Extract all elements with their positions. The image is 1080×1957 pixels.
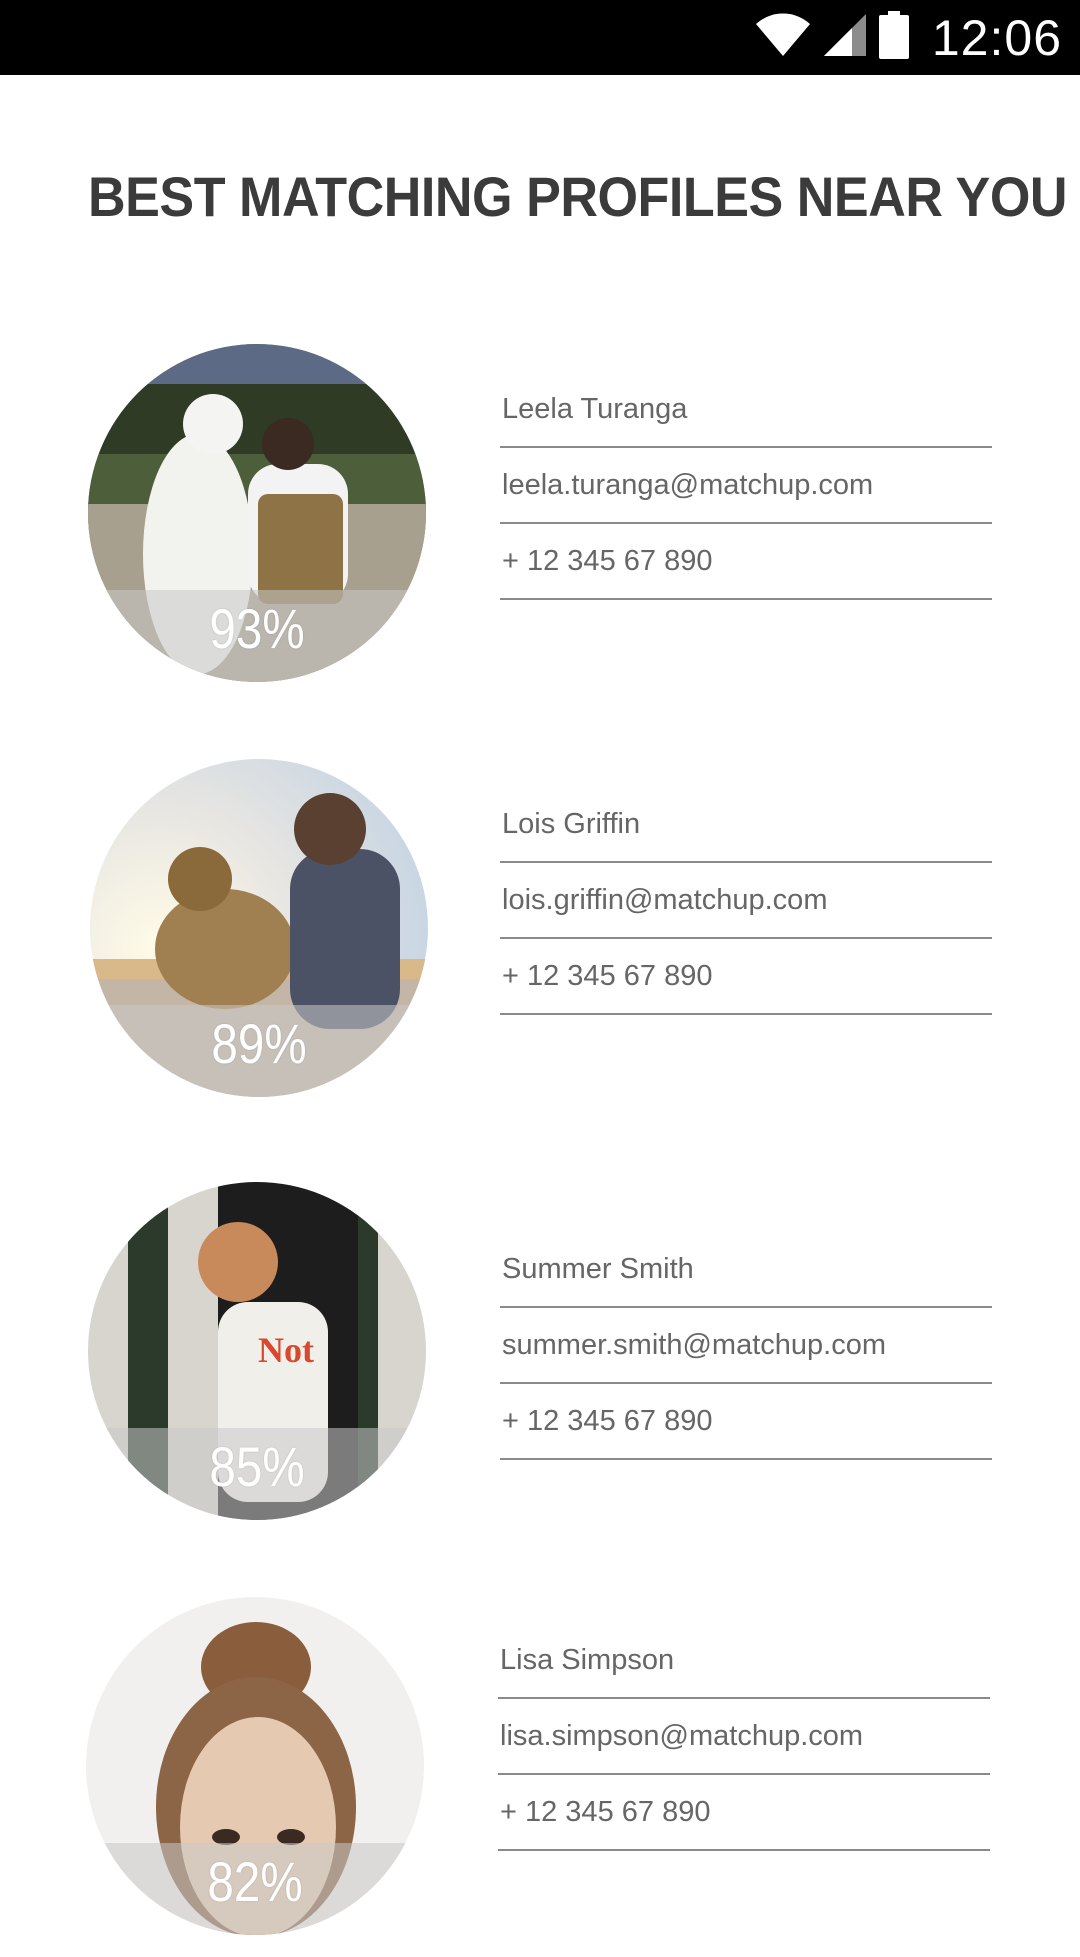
match-percentage: 85%	[209, 1435, 305, 1498]
profile-email[interactable]: summer.smith@matchup.com	[500, 1308, 992, 1384]
profile-photo[interactable]: 93%	[88, 344, 426, 682]
cell-signal-icon	[822, 12, 868, 63]
profile-photo[interactable]: 89%	[90, 759, 428, 1097]
profile-name[interactable]: Leela Turanga	[500, 372, 992, 448]
page-title: BEST MATCHING PROFILES NEAR YOU	[88, 165, 1068, 228]
wifi-icon	[754, 12, 812, 63]
match-band: 89%	[90, 1005, 428, 1097]
profile-info: Lisa Simpson lisa.simpson@matchup.com + …	[498, 1623, 990, 1851]
profile-info: Leela Turanga leela.turanga@matchup.com …	[500, 372, 992, 600]
profile-phone[interactable]: + 12 345 67 890	[500, 1384, 992, 1460]
profile-name[interactable]: Lisa Simpson	[498, 1623, 990, 1699]
profile-info: Summer Smith summer.smith@matchup.com + …	[500, 1232, 992, 1460]
profile-name[interactable]: Lois Griffin	[500, 787, 992, 863]
profile-phone[interactable]: + 12 345 67 890	[500, 939, 992, 1015]
profile-name[interactable]: Summer Smith	[500, 1232, 992, 1308]
status-icons: 12:06	[754, 0, 1062, 75]
match-percentage: 82%	[207, 1850, 303, 1913]
svg-text:Not: Not	[258, 1330, 314, 1370]
profile-email[interactable]: leela.turanga@matchup.com	[500, 448, 992, 524]
profile-photo[interactable]: Not 85%	[88, 1182, 426, 1520]
match-band: 85%	[88, 1428, 426, 1520]
profile-card[interactable]: 89% Lois Griffin lois.griffin@matchup.co…	[0, 759, 1080, 1119]
match-percentage: 93%	[209, 597, 305, 660]
match-band: 93%	[88, 590, 426, 682]
profile-card[interactable]: 93% Leela Turanga leela.turanga@matchup.…	[0, 344, 1080, 704]
profile-email[interactable]: lisa.simpson@matchup.com	[498, 1699, 990, 1775]
profile-phone[interactable]: + 12 345 67 890	[500, 524, 992, 600]
profile-card[interactable]: 82% Lisa Simpson lisa.simpson@matchup.co…	[0, 1597, 1080, 1957]
status-clock: 12:06	[931, 9, 1062, 66]
match-percentage: 89%	[211, 1012, 307, 1075]
battery-icon	[878, 11, 910, 64]
profile-info: Lois Griffin lois.griffin@matchup.com + …	[500, 787, 992, 1015]
match-band: 82%	[86, 1843, 424, 1935]
profile-email[interactable]: lois.griffin@matchup.com	[500, 863, 992, 939]
profile-card[interactable]: Not 85% Summer Smith summer.smith@matchu…	[0, 1182, 1080, 1542]
profile-photo[interactable]: 82%	[86, 1597, 424, 1935]
status-bar: 12:06	[0, 0, 1080, 75]
profile-phone[interactable]: + 12 345 67 890	[498, 1775, 990, 1851]
